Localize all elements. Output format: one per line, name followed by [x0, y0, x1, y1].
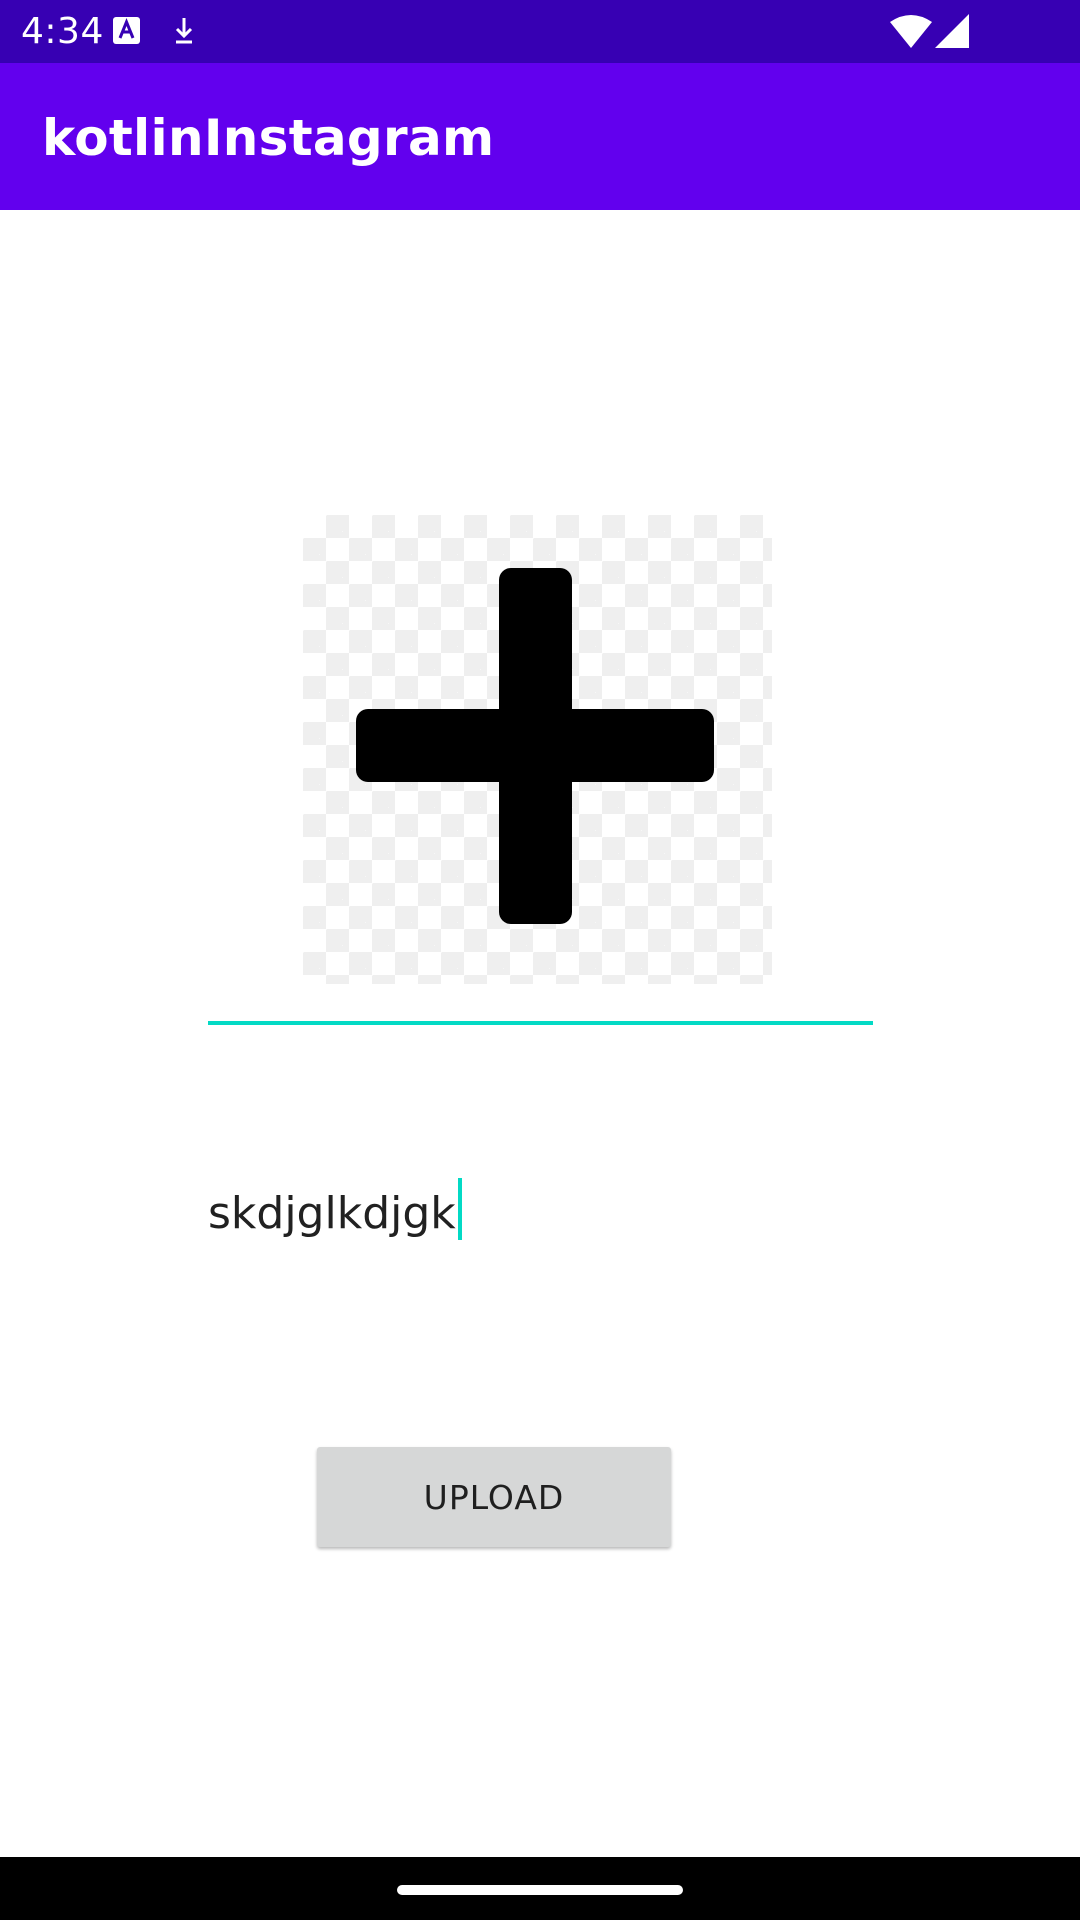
app-title: kotlinInstagram — [42, 109, 495, 167]
comment-input-text[interactable]: skdjglkdjgk — [208, 1178, 462, 1242]
comment-input-value: skdjglkdjgk — [208, 1188, 456, 1239]
comment-input[interactable]: skdjglkdjgk — [208, 1170, 873, 1265]
app-bar: kotlinInstagram — [0, 63, 1080, 210]
navigation-bar — [0, 1857, 1080, 1920]
plus-icon — [356, 568, 714, 924]
upload-button[interactable]: UPLOAD — [317, 1447, 671, 1547]
upload-screen: skdjglkdjgk UPLOAD — [0, 210, 1080, 1857]
text-cursor — [457, 1178, 462, 1240]
app-notification-icon — [113, 17, 140, 44]
cellular-signal-icon — [935, 14, 969, 48]
status-bar: 4:34 — [0, 0, 1080, 63]
wifi-icon — [890, 15, 932, 48]
home-gesture-handle[interactable] — [397, 1885, 683, 1895]
download-notification-icon — [175, 18, 193, 44]
status-time: 4:34 — [21, 11, 104, 52]
image-picker[interactable] — [303, 515, 772, 984]
comment-input-underline — [208, 1021, 873, 1025]
